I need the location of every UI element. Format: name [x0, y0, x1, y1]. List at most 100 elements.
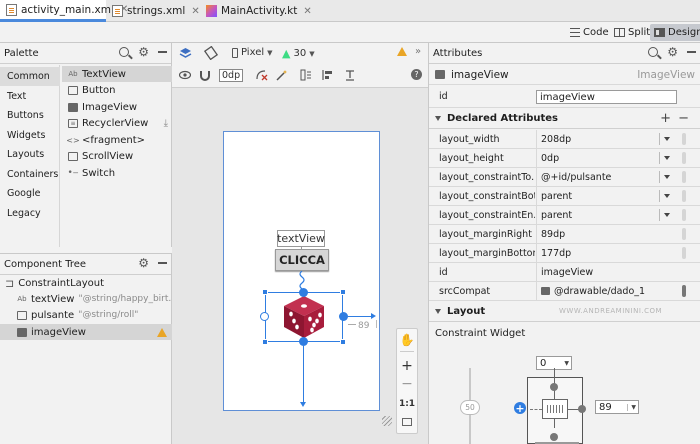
constraint-bottom-dot[interactable]	[550, 433, 558, 441]
chevron-down-icon[interactable]	[659, 152, 673, 164]
remove-icon[interactable]: −	[678, 111, 689, 126]
canvas-button-clicca[interactable]: CLICCA	[275, 249, 329, 271]
gear-icon[interactable]: ⚙	[138, 257, 149, 269]
code-mode-button[interactable]: Code	[566, 24, 613, 41]
palette-item-fragment[interactable]: <> <fragment>	[66, 132, 172, 148]
minimize-icon[interactable]	[687, 51, 696, 53]
resize-grip-icon[interactable]	[382, 416, 392, 426]
attr-value[interactable]: 0dp	[536, 149, 658, 167]
warning-icon[interactable]	[157, 327, 167, 337]
close-icon[interactable]: ✕	[303, 6, 311, 17]
resize-handle-top-right[interactable]	[340, 289, 346, 295]
zoom-actual-size-button[interactable]: 1:1	[397, 395, 417, 413]
eye-icon[interactable]	[179, 70, 191, 80]
minimize-icon[interactable]	[158, 51, 167, 53]
magnet-icon[interactable]	[199, 69, 211, 81]
palette-category-layouts[interactable]: Layouts	[0, 145, 60, 164]
tab-strings-xml[interactable]: strings.xml ✕	[106, 0, 200, 22]
tree-item-imageview[interactable]: imageView	[0, 324, 172, 340]
anchor-bottom[interactable]	[299, 337, 308, 346]
layout-section-header[interactable]: Layout WWW.ANDREAMININI.COM	[429, 302, 700, 322]
palette-category-text[interactable]: Text	[0, 87, 60, 106]
align-icon[interactable]	[322, 69, 334, 81]
resize-handle-top-left[interactable]	[262, 289, 268, 295]
search-icon[interactable]	[119, 47, 130, 57]
chevron-down-icon[interactable]	[659, 190, 673, 202]
design-canvas[interactable]: textView CLICCA 89 ✋ + − 1:1	[172, 88, 428, 444]
chevron-down-icon[interactable]	[659, 209, 673, 221]
zoom-in-icon[interactable]: +	[397, 357, 417, 375]
palette-category-google[interactable]: Google	[0, 184, 60, 203]
gear-icon[interactable]: ⚙	[138, 46, 149, 58]
attr-row-layout-height[interactable]: layout_height 0dp	[429, 149, 700, 168]
palette-item-imageview[interactable]: ImageView	[68, 99, 172, 115]
gear-icon[interactable]: ⚙	[667, 46, 678, 58]
palette-item-textview[interactable]: Ab TextView	[62, 66, 172, 82]
bias-slider-thumb[interactable]: 50	[460, 400, 480, 415]
tab-activity-main-xml[interactable]: activity_main.xml ✕	[0, 0, 128, 22]
attr-row-id[interactable]: id imageView	[429, 263, 700, 282]
palette-item-switch[interactable]: •‒ Switch	[67, 165, 172, 181]
api-level-selector[interactable]: ▲ 30 ▼	[282, 47, 315, 60]
palette-item-button[interactable]: Button	[68, 82, 172, 98]
canvas-textview[interactable]: textView	[277, 230, 325, 247]
warning-icon[interactable]	[397, 47, 407, 56]
attr-row-constraint-top[interactable]: layout_constraintTo... @+id/pulsante	[429, 168, 700, 187]
palette-item-scrollview[interactable]: ScrollView	[68, 148, 172, 164]
resize-handle-bottom-left[interactable]	[262, 339, 268, 345]
attr-row-margin-bottom[interactable]: layout_marginBottom 177dp	[429, 244, 700, 263]
baseline-icon[interactable]	[344, 69, 356, 81]
overflow-chevron-icon[interactable]: »	[415, 46, 421, 57]
attr-value[interactable]: parent	[536, 206, 658, 224]
declared-attributes-header[interactable]: Declared Attributes + −	[429, 109, 700, 129]
tree-item-pulsante[interactable]: pulsante "@string/roll"	[0, 307, 172, 323]
default-margin-field[interactable]: 0dp	[219, 69, 244, 82]
magic-wand-icon[interactable]	[276, 69, 288, 81]
layers-icon[interactable]	[179, 47, 192, 60]
attr-value[interactable]: 208dp	[536, 130, 658, 148]
chevron-down-icon[interactable]	[659, 133, 673, 145]
device-selector[interactable]: Pixel ▼	[232, 47, 273, 58]
attr-row-constraint-bottom[interactable]: layout_constraintBot... parent	[429, 187, 700, 206]
tree-item-textview[interactable]: Ab textView "@string/happy_birt...	[0, 291, 172, 307]
palette-item-recyclerview[interactable]: ≡ RecyclerView ⤓	[68, 115, 172, 131]
anchor-right[interactable]	[339, 312, 348, 321]
constraint-right-dot[interactable]	[578, 405, 586, 413]
attr-row-srccompat[interactable]: srcCompat @drawable/dado_1	[429, 282, 700, 301]
minimize-icon[interactable]	[158, 262, 167, 264]
anchor-top[interactable]	[299, 288, 308, 297]
constraint-top-dot[interactable]	[550, 383, 558, 391]
attr-value-srccompat[interactable]: @drawable/dado_1	[536, 282, 658, 300]
design-mode-button[interactable]: Design	[650, 24, 700, 41]
search-icon[interactable]	[648, 47, 659, 57]
attr-value[interactable]: 177dp	[536, 244, 658, 262]
zoom-out-icon[interactable]: −	[397, 375, 417, 393]
help-icon[interactable]: ?	[411, 69, 422, 80]
add-constraint-icon[interactable]: +	[514, 402, 526, 414]
palette-category-containers[interactable]: Containers	[0, 165, 60, 184]
attr-value[interactable]: @+id/pulsante	[536, 168, 658, 186]
orientation-icon[interactable]	[204, 46, 218, 60]
chevron-down-icon[interactable]	[659, 171, 673, 183]
constraint-right-input[interactable]: 89 ▼	[595, 400, 639, 414]
anchor-left[interactable]	[260, 312, 269, 321]
tab-mainactivity-kt[interactable]: MainActivity.kt ✕	[200, 0, 312, 22]
pan-hand-icon[interactable]: ✋	[397, 331, 417, 349]
attr-row-layout-width[interactable]: layout_width 208dp	[429, 130, 700, 149]
clear-constraints-icon[interactable]	[255, 69, 268, 81]
add-icon[interactable]: +	[660, 111, 671, 126]
attr-row-constraint-end[interactable]: layout_constraintEn... parent	[429, 206, 700, 225]
attr-value[interactable]: imageView	[536, 263, 658, 281]
palette-category-common[interactable]: Common	[0, 67, 60, 86]
dice-image[interactable]	[282, 294, 326, 340]
resize-handle-bottom-right[interactable]	[340, 339, 346, 345]
pack-icon[interactable]	[300, 69, 312, 81]
attr-value[interactable]: 89dp	[536, 225, 658, 243]
split-mode-button[interactable]: Split	[610, 24, 654, 41]
tree-item-constraintlayout[interactable]: ⊐ ConstraintLayout	[0, 275, 172, 291]
attr-row-margin-right[interactable]: layout_marginRight 89dp	[429, 225, 700, 244]
palette-category-widgets[interactable]: Widgets	[0, 126, 60, 145]
attr-value[interactable]: parent	[536, 187, 658, 205]
close-icon[interactable]: ✕	[191, 6, 199, 17]
palette-category-buttons[interactable]: Buttons	[0, 106, 60, 125]
